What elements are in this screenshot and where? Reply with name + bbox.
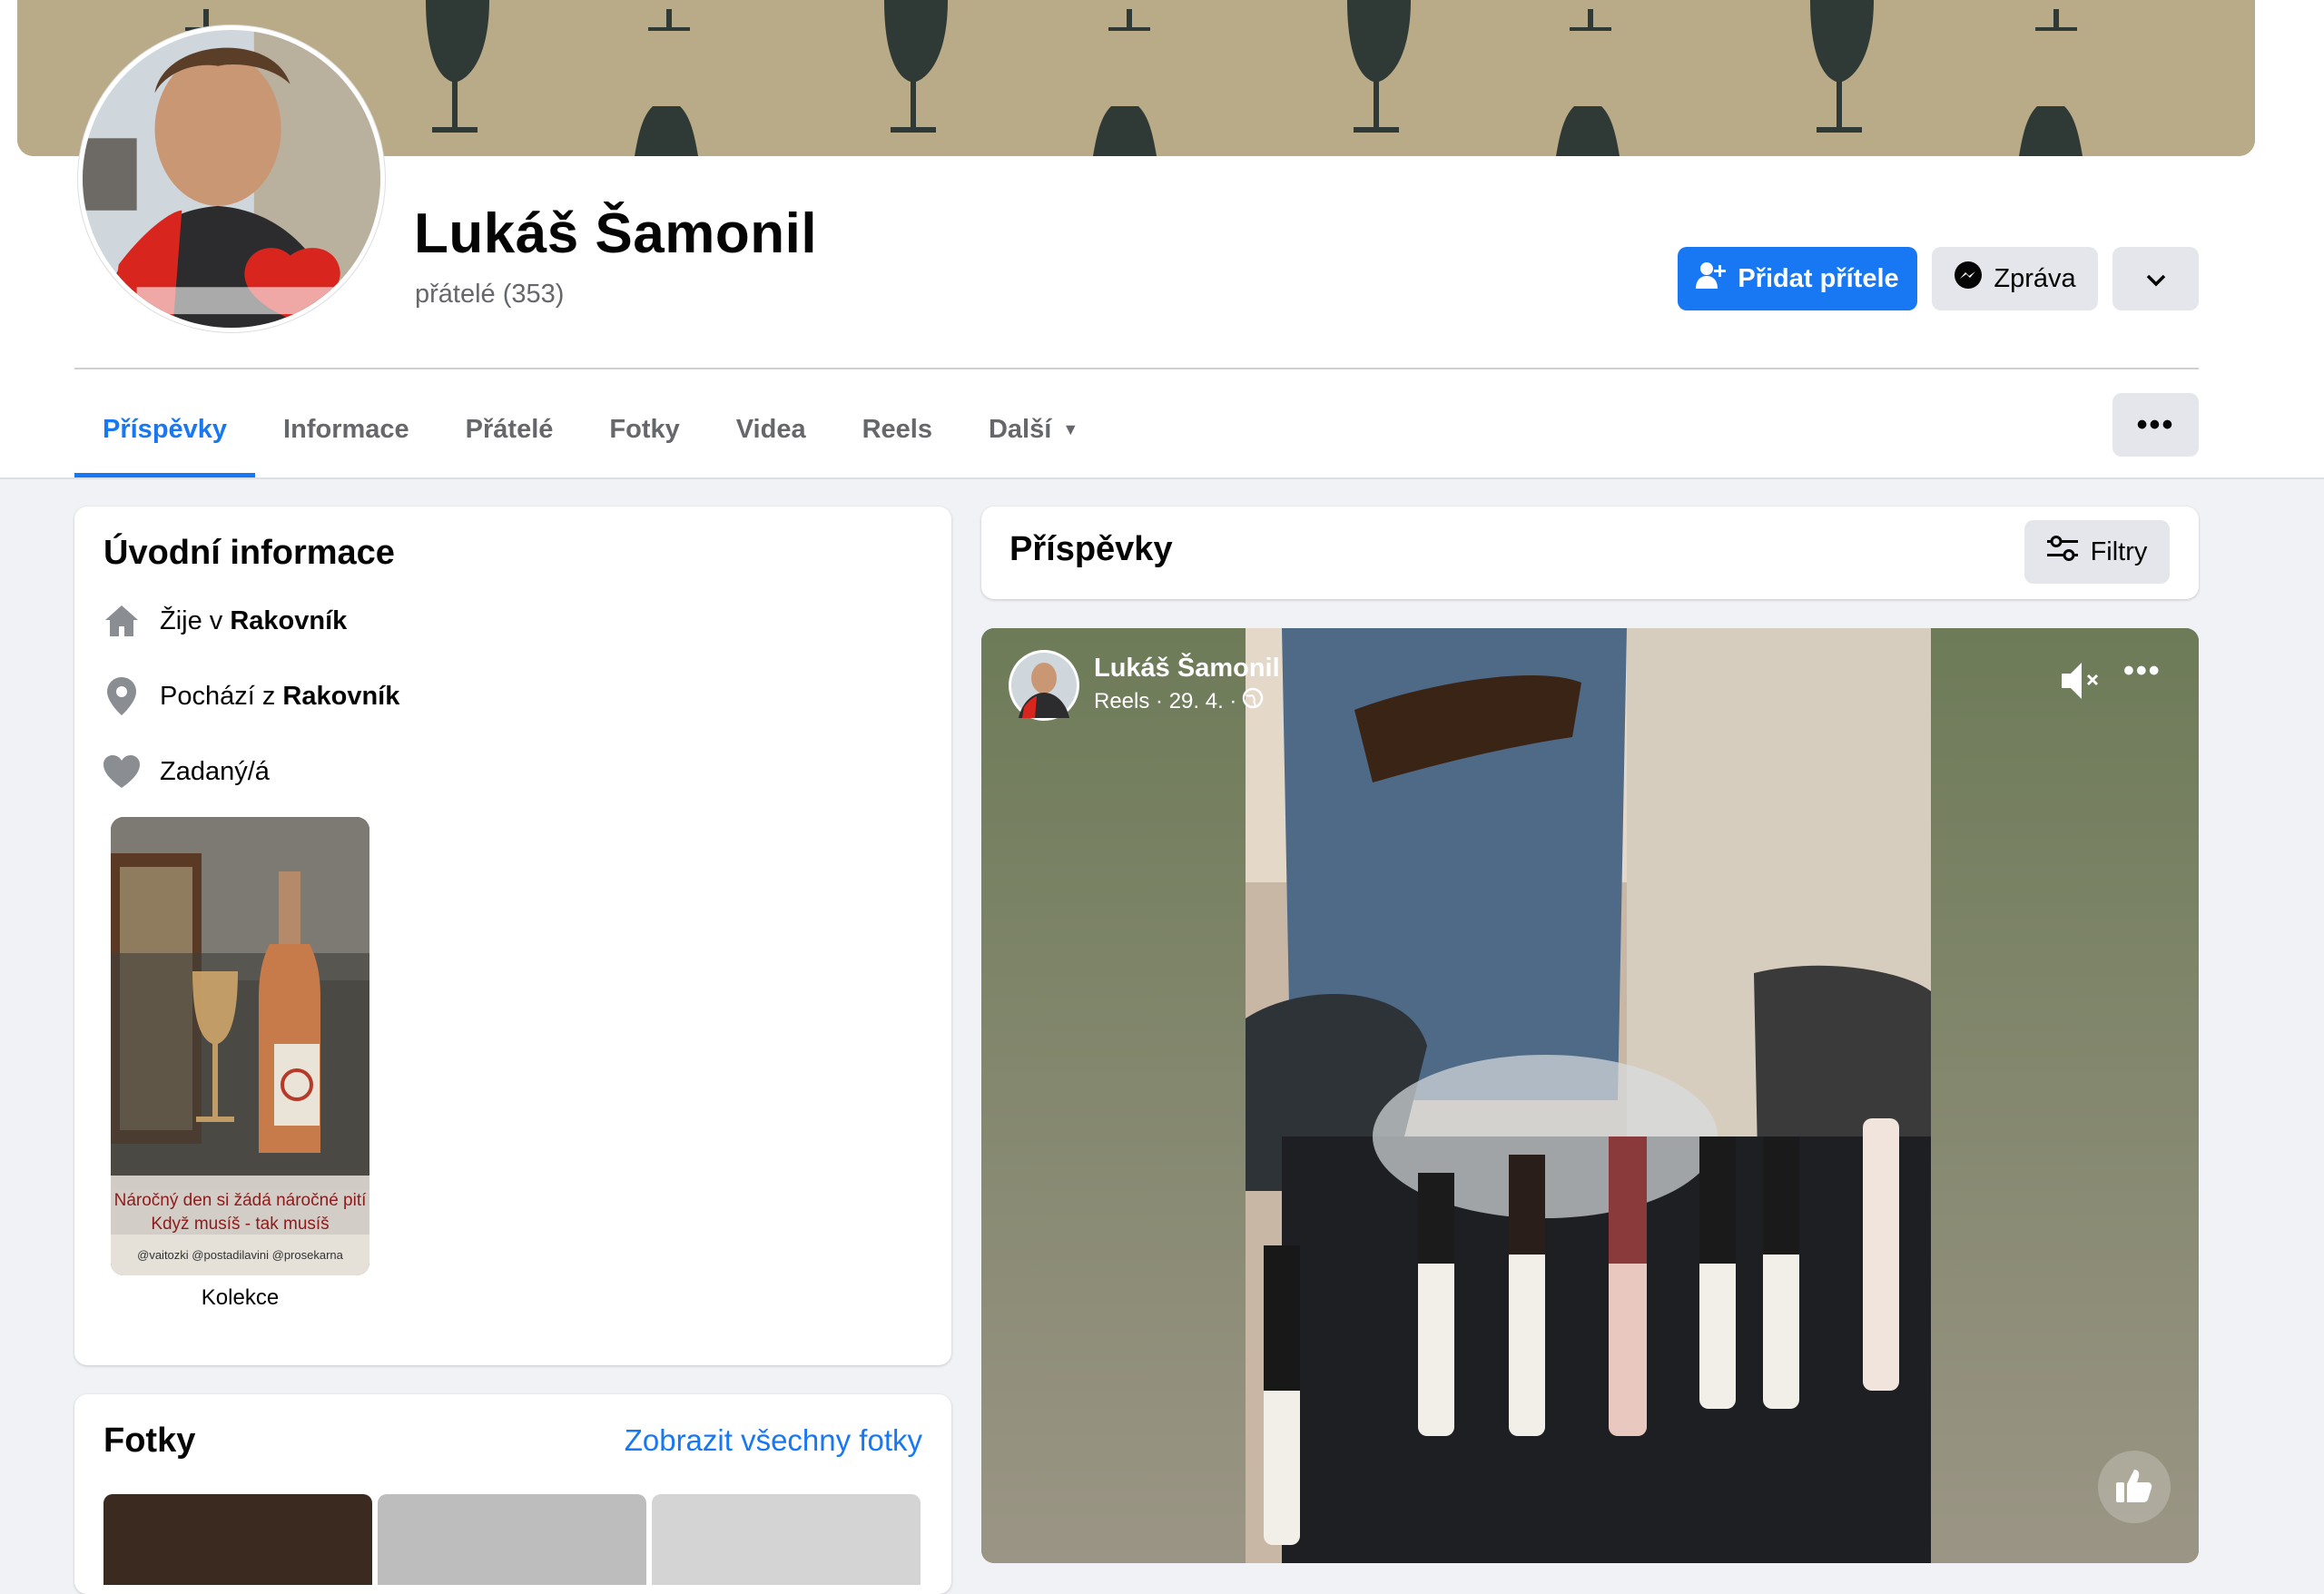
- tabs-options-button[interactable]: •••: [2112, 393, 2199, 457]
- from-city[interactable]: Rakovník: [282, 682, 399, 711]
- photos-card: Fotky Zobrazit všechny fotky: [74, 1394, 951, 1594]
- profile-avatar[interactable]: [78, 25, 385, 332]
- header-divider: [74, 368, 2199, 369]
- like-button[interactable]: [2098, 1451, 2171, 1523]
- reel-author-avatar[interactable]: [1009, 650, 1079, 721]
- photo-thumbnail[interactable]: [378, 1494, 646, 1585]
- heart-icon: [103, 753, 140, 790]
- photo-thumbnail[interactable]: [103, 1494, 372, 1585]
- tab-photos[interactable]: Fotky: [581, 381, 707, 477]
- friends-count[interactable]: přátelé (353): [415, 280, 564, 310]
- lives-in-city[interactable]: Rakovník: [230, 606, 347, 635]
- message-button[interactable]: Zpráva: [1932, 247, 2098, 310]
- from-row: Pochází z Rakovník: [103, 677, 399, 715]
- tab-friends[interactable]: Přátelé: [438, 381, 582, 477]
- profile-tabs: Příspěvky Informace Přátelé Fotky Videa …: [74, 381, 1107, 477]
- reel-meta-text[interactable]: Reels · 29. 4. ·: [1094, 689, 1236, 714]
- reel-post[interactable]: Lukáš Šamonil Reels · 29. 4. · •••: [981, 628, 2199, 1563]
- intro-title: Úvodní informace: [103, 534, 395, 572]
- relationship-status: Zadaný/á: [160, 756, 270, 786]
- collection-caption-line-2: Když musíš - tak musíš: [151, 1215, 330, 1234]
- add-friend-icon: [1696, 261, 1727, 296]
- from-prefix: Pochází z: [160, 681, 276, 711]
- posts-header-card: Příspěvky Filtry: [981, 507, 2199, 599]
- reel-author-name[interactable]: Lukáš Šamonil: [1094, 654, 1280, 684]
- photo-thumbnail[interactable]: [652, 1494, 921, 1585]
- caret-down-icon: ▼: [1062, 419, 1079, 438]
- location-pin-icon: [103, 677, 140, 715]
- home-icon: [103, 603, 140, 639]
- collection-tags: @vaitozki @postadilavini @prosekarna: [137, 1248, 343, 1262]
- relationship-row: Zadaný/á: [103, 753, 270, 790]
- profile-header: Lukáš Šamonil přátelé (353) Přidat příte…: [0, 0, 2324, 479]
- mute-icon[interactable]: [2060, 661, 2103, 701]
- tab-posts[interactable]: Příspěvky: [74, 381, 256, 477]
- posts-title: Příspěvky: [1009, 530, 1173, 568]
- collection-caption: Náročný den si žádá náročné pití Když mu…: [111, 1189, 369, 1236]
- tab-more[interactable]: Další ▼: [960, 381, 1107, 477]
- tab-more-label: Další: [988, 414, 1052, 444]
- lives-in-row: Žije v Rakovník: [103, 603, 347, 639]
- tab-reels[interactable]: Reels: [834, 381, 960, 477]
- profile-name: Lukáš Šamonil: [414, 202, 818, 265]
- add-friend-label: Přidat přítele: [1738, 263, 1899, 293]
- reel-meta: Reels · 29. 4. ·: [1094, 687, 1264, 715]
- collection-caption-line-1: Náročný den si žádá náročné pití: [113, 1191, 367, 1210]
- lives-in-prefix: Žije v: [160, 605, 223, 635]
- see-all-photos-link[interactable]: Zobrazit všechny fotky: [625, 1423, 922, 1458]
- ellipsis-icon: •••: [2136, 407, 2175, 442]
- featured-collection[interactable]: Náročný den si žádá náročné pití Když mu…: [111, 817, 369, 1275]
- reel-video[interactable]: [1246, 628, 1931, 1563]
- more-actions-button[interactable]: [2112, 247, 2199, 310]
- collection-label: Kolekce: [201, 1285, 280, 1310]
- filters-label: Filtry: [2090, 536, 2148, 566]
- thumbs-up-icon: [2116, 1468, 2152, 1507]
- globe-icon: [1242, 687, 1264, 715]
- tab-about[interactable]: Informace: [255, 381, 438, 477]
- filters-icon: [2046, 536, 2078, 568]
- photos-title: Fotky: [103, 1422, 196, 1460]
- filters-button[interactable]: Filtry: [2024, 520, 2170, 584]
- message-label: Zpráva: [1994, 263, 2076, 293]
- reel-options-ellipsis-icon[interactable]: •••: [2123, 654, 2162, 689]
- chevron-down-icon: [2146, 264, 2166, 294]
- add-friend-button[interactable]: Přidat přítele: [1678, 247, 1917, 310]
- tab-videos[interactable]: Videa: [708, 381, 834, 477]
- intro-card: Úvodní informace Žije v Rakovník Pochází…: [74, 507, 951, 1365]
- messenger-icon: [1954, 261, 1983, 297]
